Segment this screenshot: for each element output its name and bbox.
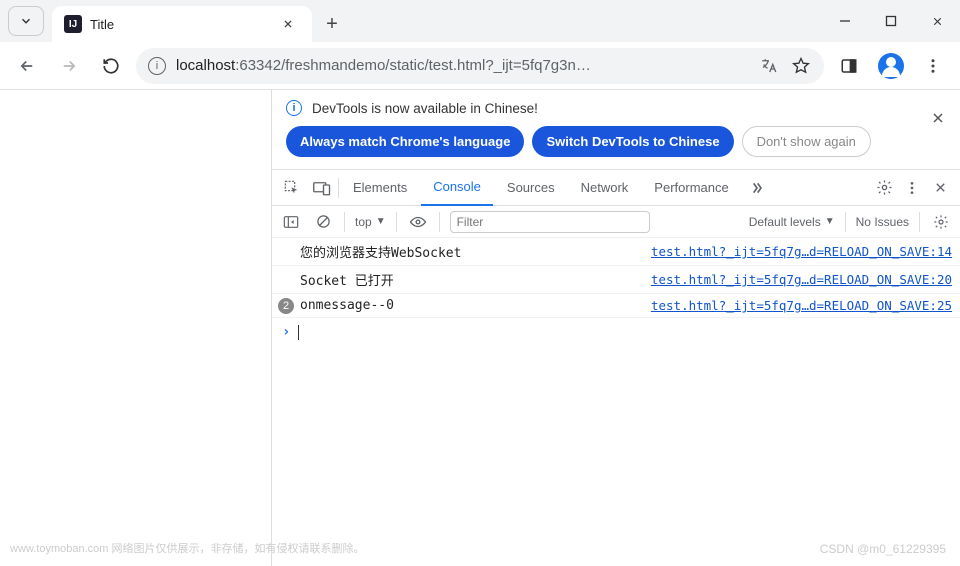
window-minimize-button[interactable] <box>822 0 868 42</box>
tab-sources[interactable]: Sources <box>495 170 567 206</box>
device-toolbar-icon[interactable] <box>308 174 336 202</box>
log-levels-selector[interactable]: Default levels ▼ <box>749 215 835 229</box>
side-panel-icon[interactable] <box>832 49 866 83</box>
log-source-link[interactable]: test.html?_ijt=5fq7g…d=RELOAD_ON_SAVE:14 <box>651 244 952 259</box>
log-source-link[interactable]: test.html?_ijt=5fq7g…d=RELOAD_ON_SAVE:25 <box>651 298 952 313</box>
nav-back-button[interactable] <box>10 49 44 83</box>
browser-toolbar: i localhost:63342/freshmandemo/static/te… <box>0 42 960 90</box>
tab-search-button[interactable] <box>8 6 44 36</box>
address-bar[interactable]: i localhost:63342/freshmandemo/static/te… <box>136 48 824 84</box>
tab-title: Title <box>90 17 268 32</box>
window-controls <box>822 0 960 42</box>
context-selector[interactable]: top ▼ <box>355 215 386 229</box>
window-titlebar: IJ Title + <box>0 0 960 42</box>
toggle-sidebar-icon[interactable] <box>280 211 302 233</box>
nav-forward-button[interactable] <box>52 49 86 83</box>
window-close-button[interactable] <box>914 0 960 42</box>
window-maximize-button[interactable] <box>868 0 914 42</box>
log-message: 您的浏览器支持WebSocket <box>300 242 651 261</box>
page-viewport <box>0 90 272 566</box>
tab-close-button[interactable] <box>276 12 300 36</box>
switch-language-button[interactable]: Switch DevTools to Chinese <box>532 126 733 157</box>
log-message: onmessage--0 <box>300 298 651 313</box>
tab-network[interactable]: Network <box>569 170 641 206</box>
console-toolbar: top ▼ Default levels ▼ No Issues <box>272 206 960 238</box>
prompt-cursor <box>298 325 299 340</box>
log-source-link[interactable]: test.html?_ijt=5fq7g…d=RELOAD_ON_SAVE:20 <box>651 272 952 287</box>
devtools-close-icon[interactable] <box>926 174 954 202</box>
tab-console[interactable]: Console <box>421 170 493 206</box>
favicon-icon: IJ <box>64 15 82 33</box>
log-row: 2 onmessage--0 test.html?_ijt=5fq7g…d=RE… <box>272 294 960 318</box>
repeat-count-badge: 2 <box>278 298 294 314</box>
devtools-settings-icon[interactable] <box>870 174 898 202</box>
url-text: localhost:63342/freshmandemo/static/test… <box>176 57 748 74</box>
devtools-panel: i DevTools is now available in Chinese! … <box>272 90 960 566</box>
dismiss-banner-button[interactable]: Don't show again <box>742 126 871 157</box>
site-info-icon[interactable]: i <box>148 57 166 75</box>
content-area: i DevTools is now available in Chinese! … <box>0 90 960 566</box>
log-message: Socket 已打开 <box>300 270 651 289</box>
log-row: Socket 已打开 test.html?_ijt=5fq7g…d=RELOAD… <box>272 266 960 294</box>
clear-console-icon[interactable] <box>312 211 334 233</box>
devtools-language-banner: i DevTools is now available in Chinese! … <box>272 90 960 170</box>
tab-performance[interactable]: Performance <box>642 170 740 206</box>
inspect-element-icon[interactable] <box>278 174 306 202</box>
console-settings-icon[interactable] <box>930 211 952 233</box>
profile-button[interactable] <box>874 49 908 83</box>
chrome-menu-button[interactable] <box>916 49 950 83</box>
log-row: 您的浏览器支持WebSocket test.html?_ijt=5fq7g…d=… <box>272 238 960 266</box>
banner-message: i DevTools is now available in Chinese! <box>286 100 946 116</box>
match-language-button[interactable]: Always match Chrome's language <box>286 126 524 157</box>
filter-input[interactable] <box>450 211 650 233</box>
prompt-caret-icon: › <box>282 324 290 340</box>
issues-label[interactable]: No Issues <box>856 215 909 229</box>
reload-button[interactable] <box>94 49 128 83</box>
banner-close-button[interactable] <box>930 110 946 126</box>
console-prompt[interactable]: › <box>272 318 960 346</box>
live-expression-icon[interactable] <box>407 211 429 233</box>
browser-tab[interactable]: IJ Title <box>52 6 312 42</box>
watermark-right: CSDN @m0_61229395 <box>820 542 946 556</box>
info-icon: i <box>286 100 302 116</box>
devtools-menu-icon[interactable] <box>898 174 926 202</box>
translate-icon[interactable] <box>758 49 780 83</box>
watermark-left: www.toymoban.com 网络图片仅供展示，非存储，如有侵权请联系删除。 <box>10 540 364 556</box>
tab-elements[interactable]: Elements <box>341 170 419 206</box>
devtools-tab-bar: Elements Console Sources Network Perform… <box>272 170 960 206</box>
more-tabs-icon[interactable] <box>743 174 771 202</box>
console-output: 您的浏览器支持WebSocket test.html?_ijt=5fq7g…d=… <box>272 238 960 566</box>
new-tab-button[interactable]: + <box>320 12 344 36</box>
bookmark-icon[interactable] <box>790 49 812 83</box>
